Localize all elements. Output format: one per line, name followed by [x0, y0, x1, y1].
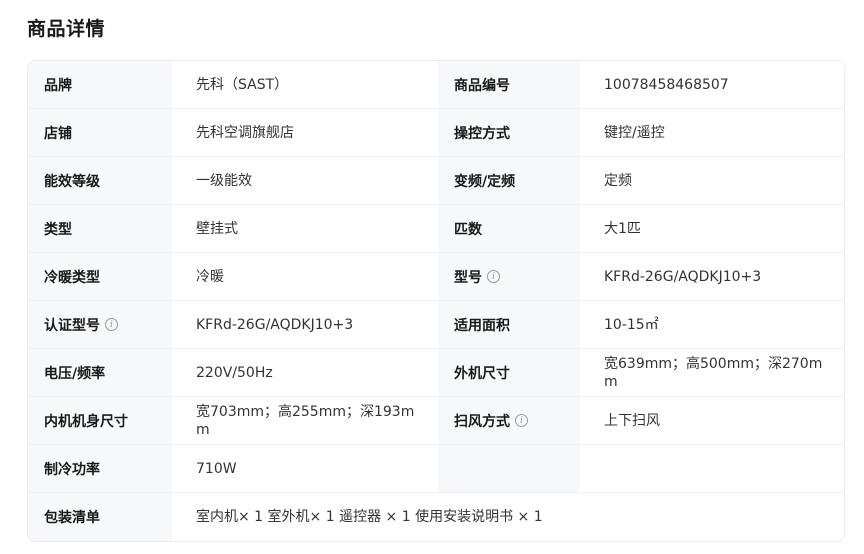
spec-value-type: 壁挂式 [172, 205, 438, 253]
spec-value-empty [580, 445, 844, 493]
page-title: 商品详情 [27, 18, 106, 40]
spec-label-heat-cool: 冷暖类型 [28, 253, 172, 301]
spec-label-package: 包装清单 [28, 493, 172, 541]
spec-value-cooling-power: 710W [172, 445, 438, 493]
spec-value-voltage: 220V/50Hz [172, 349, 438, 397]
spec-label-outdoor-size: 外机尺寸 [438, 349, 580, 397]
spec-label-empty [438, 445, 580, 493]
spec-label-frequency: 变频/定频 [438, 157, 580, 205]
spec-value-indoor-size: 宽703mm；高255mm；深193mm [172, 397, 438, 445]
spec-value-cert-model: KFRd-26G/AQDKJ10+3 [172, 301, 438, 349]
spec-label-model-text: 型号 [454, 269, 482, 286]
spec-value-shop: 先科空调旗舰店 [172, 109, 438, 157]
spec-label-swing-text: 扫风方式 [454, 413, 510, 430]
spec-label-energy: 能效等级 [28, 157, 172, 205]
spec-label-voltage: 电压/频率 [28, 349, 172, 397]
spec-label-swing: 扫风方式 i [438, 397, 580, 445]
spec-value-outdoor-size: 宽639mm；高500mm；深270mm [580, 349, 844, 397]
info-circle-icon[interactable]: i [105, 318, 118, 331]
spec-value-area: 10-15㎡ [580, 301, 844, 349]
spec-label-area: 适用面积 [438, 301, 580, 349]
spec-label-cooling-power: 制冷功率 [28, 445, 172, 493]
spec-value-heat-cool: 冷暖 [172, 253, 438, 301]
spec-label-cert-model: 认证型号 i [28, 301, 172, 349]
info-circle-icon[interactable]: i [487, 270, 500, 283]
spec-label-type: 类型 [28, 205, 172, 253]
spec-label-control: 操控方式 [438, 109, 580, 157]
spec-label-brand: 品牌 [28, 61, 172, 109]
info-circle-icon[interactable]: i [515, 414, 528, 427]
spec-label-shop: 店铺 [28, 109, 172, 157]
spec-value-model: KFRd-26G/AQDKJ10+3 [580, 253, 844, 301]
spec-label-horsepower: 匹数 [438, 205, 580, 253]
spec-value-swing: 上下扫风 [580, 397, 844, 445]
spec-value-brand: 先科（SAST） [172, 61, 438, 109]
spec-value-package: 室内机× 1 室外机× 1 遥控器 × 1 使用安装说明书 × 1 [172, 493, 844, 541]
spec-label-model: 型号 i [438, 253, 580, 301]
spec-value-control: 键控/遥控 [580, 109, 844, 157]
spec-label-indoor-size: 内机机身尺寸 [28, 397, 172, 445]
spec-value-energy: 一级能效 [172, 157, 438, 205]
spec-label-sku: 商品编号 [438, 61, 580, 109]
spec-value-horsepower: 大1匹 [580, 205, 844, 253]
spec-value-frequency: 定频 [580, 157, 844, 205]
spec-label-cert-model-text: 认证型号 [44, 317, 100, 334]
spec-value-sku: 10078458468507 [580, 61, 844, 109]
spec-table: 品牌 先科（SAST） 商品编号 10078458468507 店铺 先科空调旗… [27, 60, 845, 542]
